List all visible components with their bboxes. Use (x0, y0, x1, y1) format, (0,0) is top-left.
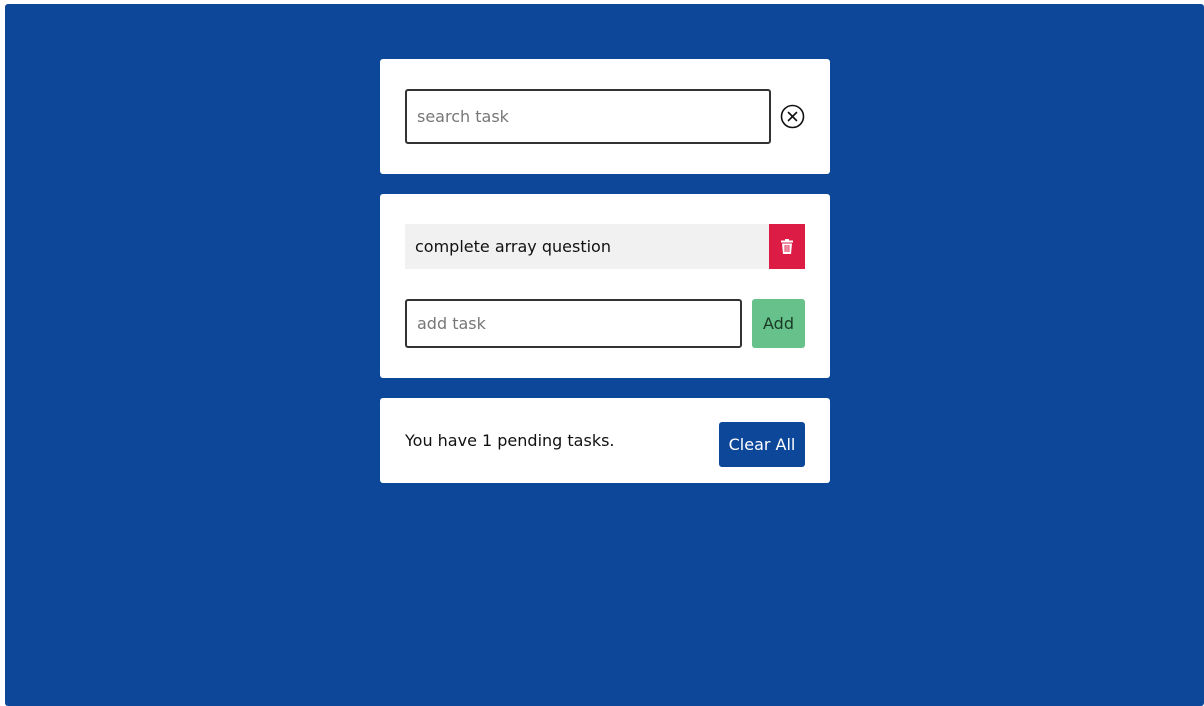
add-task-button[interactable]: Add (752, 299, 805, 348)
close-circle-icon[interactable] (780, 104, 805, 129)
task-text: complete array question (415, 237, 611, 256)
clear-all-button[interactable]: Clear All (719, 422, 805, 467)
add-task-input[interactable] (405, 299, 742, 348)
pending-count-text: You have 1 pending tasks. (405, 431, 615, 450)
app-background: complete array question Add You have 1 p… (5, 4, 1204, 706)
task-list-card: complete array question Add (380, 194, 830, 378)
trash-icon (781, 239, 793, 254)
search-input[interactable] (405, 89, 771, 144)
task-item: complete array question (405, 224, 805, 269)
delete-task-button[interactable] (769, 224, 805, 269)
footer-card: You have 1 pending tasks. Clear All (380, 398, 830, 483)
search-card (380, 59, 830, 174)
